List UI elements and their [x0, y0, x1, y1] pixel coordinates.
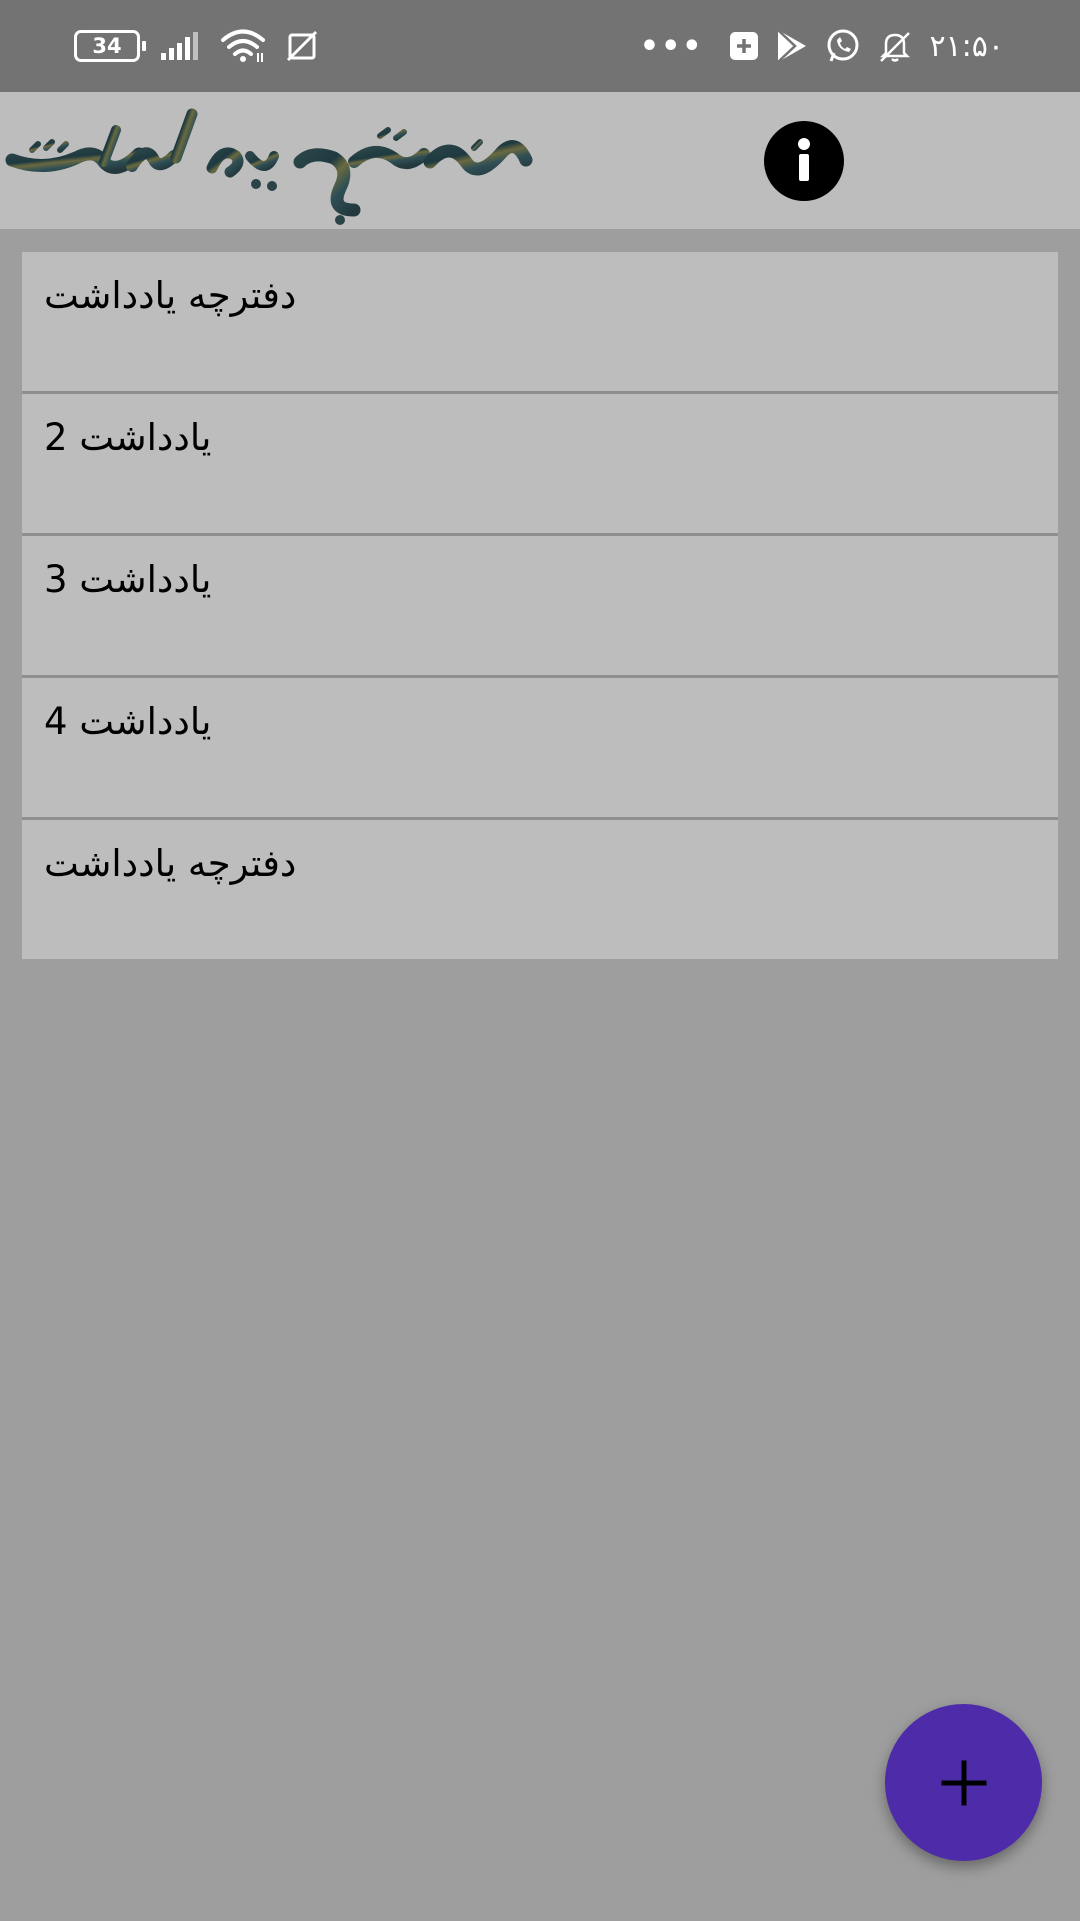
status-left-icons: 34 — [74, 0, 318, 92]
note-list-item[interactable]: یادداشت 4 — [22, 678, 1058, 820]
battery-level: 34 — [92, 34, 122, 58]
play-store-icon — [777, 29, 807, 63]
info-icon — [798, 138, 810, 181]
more-notifications-icon: ••• — [639, 28, 704, 64]
silent-icon — [880, 32, 911, 62]
note-title: یادداشت 3 — [44, 558, 212, 601]
info-button[interactable] — [764, 121, 844, 201]
note-title: یادداشت 4 — [44, 700, 212, 743]
signal-icon — [161, 32, 198, 60]
status-time: ۲۱:۵۰ — [929, 28, 1004, 64]
app-logo — [5, 108, 533, 225]
no-sim-icon — [286, 30, 318, 62]
app-bar — [0, 92, 1080, 229]
note-title: دفترچه یادداشت — [44, 274, 297, 317]
status-bar: 34 ••• ۲۱:۵۰ — [0, 0, 1080, 92]
note-list-item[interactable]: یادداشت 3 — [22, 536, 1058, 678]
battery-icon: 34 — [74, 30, 146, 62]
note-list-item[interactable]: یادداشت 2 — [22, 394, 1058, 536]
add-box-icon — [730, 32, 759, 60]
note-list-item[interactable]: دفترچه یادداشت — [22, 252, 1058, 394]
plus-icon — [941, 1760, 986, 1805]
note-title: دفترچه یادداشت — [44, 842, 297, 885]
note-title: یادداشت 2 — [44, 416, 212, 459]
wifi-icon — [221, 29, 265, 62]
add-note-button[interactable] — [885, 1704, 1042, 1861]
note-list-item[interactable]: دفترچه یادداشت — [22, 820, 1058, 959]
status-right-icons: ••• ۲۱:۵۰ — [640, 0, 1004, 92]
notes-list: دفترچه یادداشت یادداشت 2 یادداشت 3 یاددا… — [22, 252, 1058, 959]
whatsapp-icon — [827, 29, 859, 62]
